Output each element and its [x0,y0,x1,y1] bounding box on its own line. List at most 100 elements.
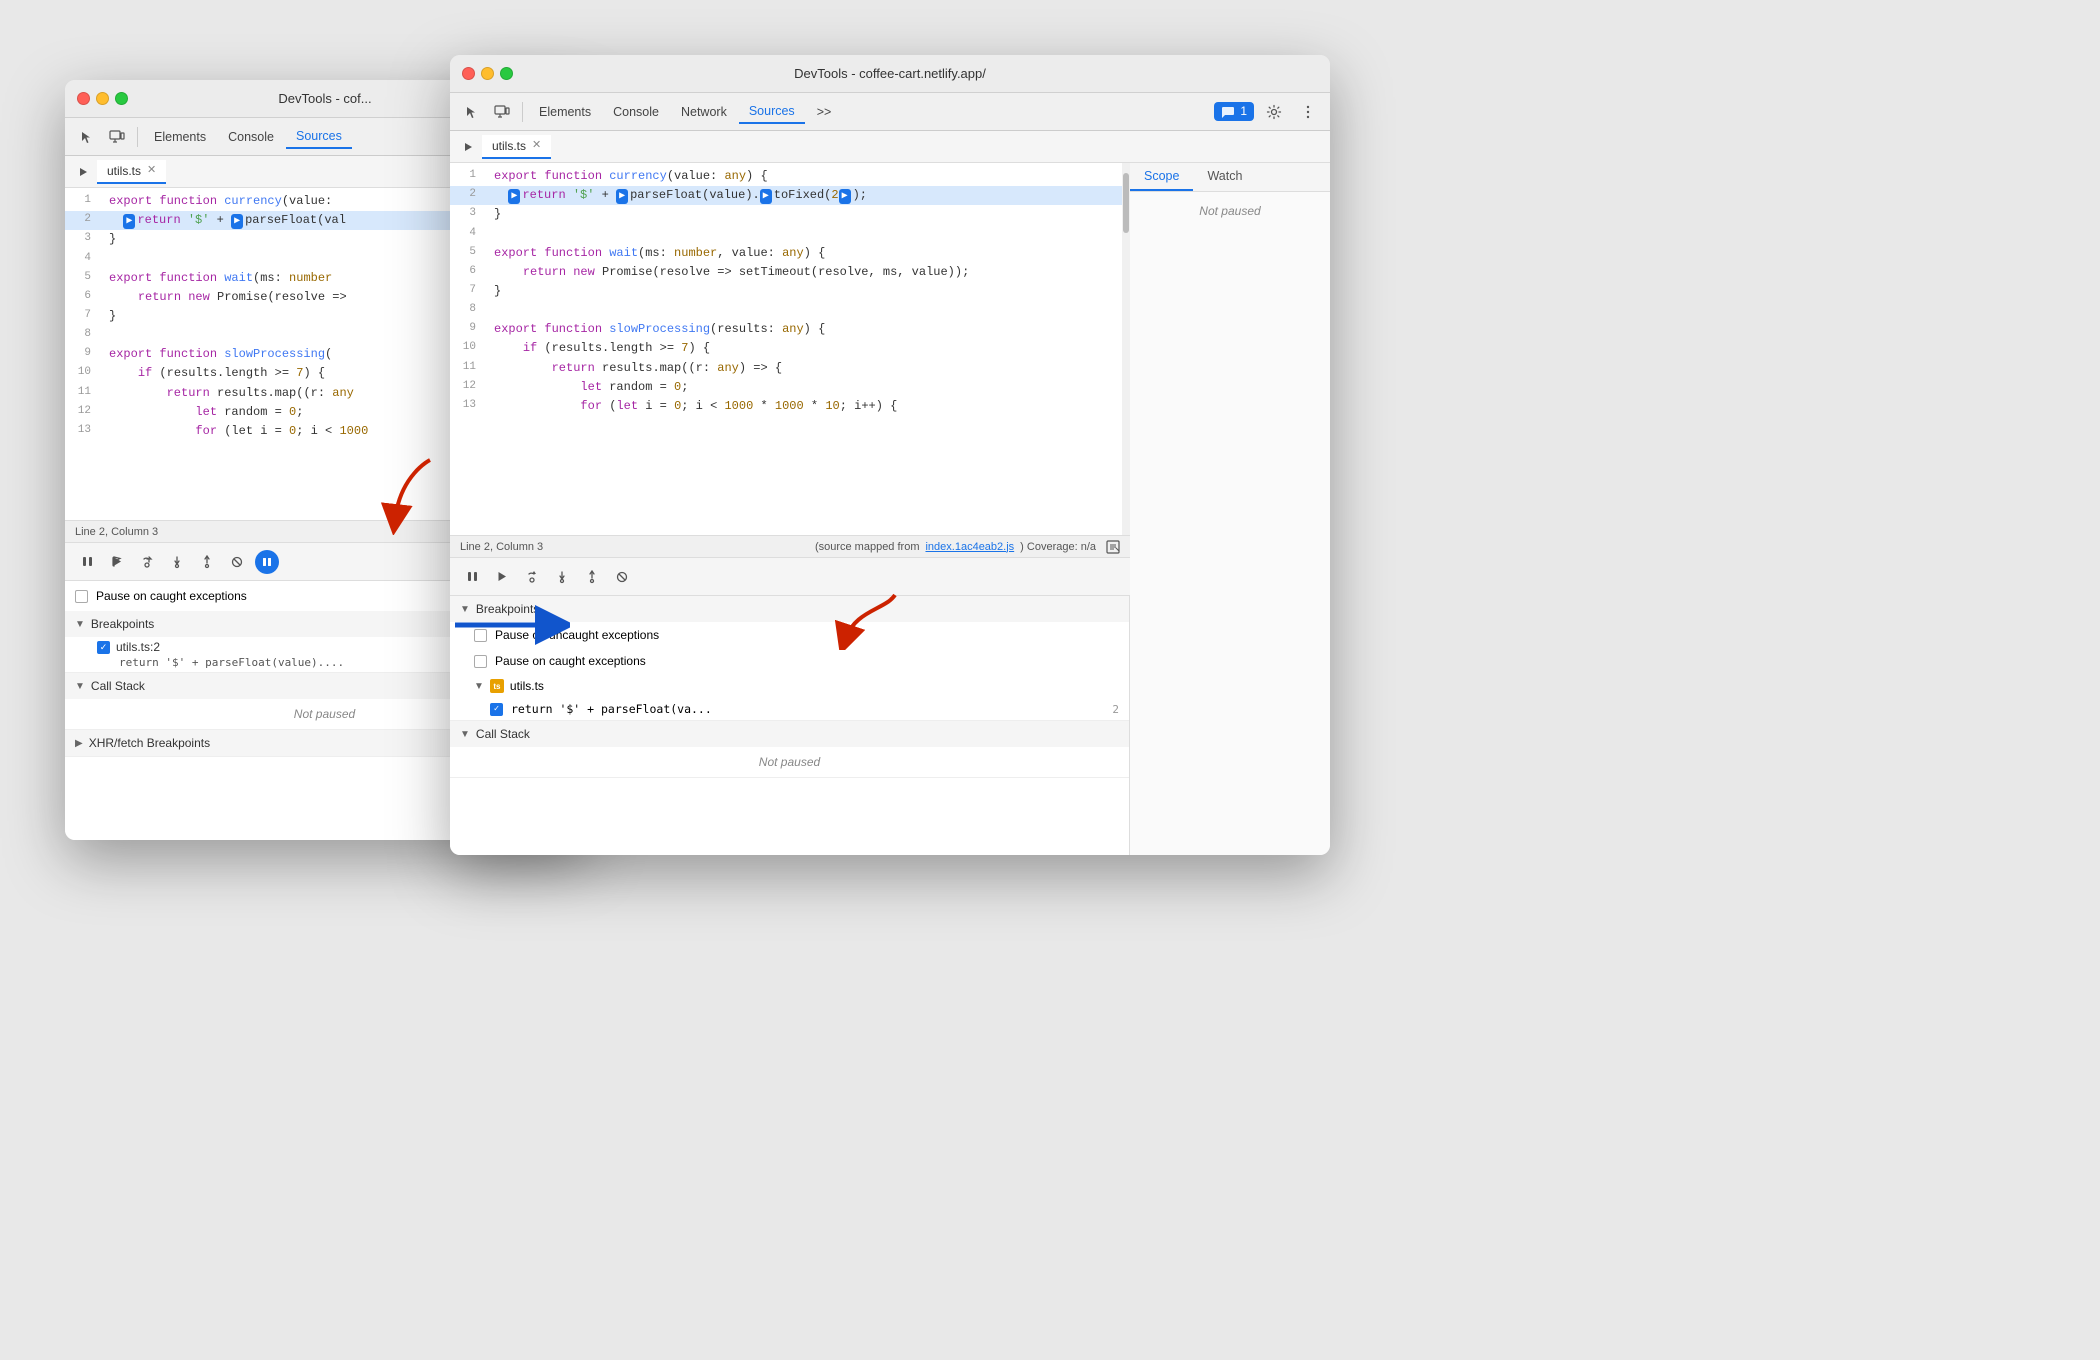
fg-pause-caught-row: Pause on caught exceptions [450,648,1129,674]
fg-zoom-button[interactable] [500,67,513,80]
fg-device-icon[interactable] [488,98,516,126]
fg-traffic-lights [462,67,513,80]
fg-close-button[interactable] [462,67,475,80]
fg-settings-icon[interactable] [1260,98,1288,126]
fg-code-line-8: 8 [450,301,1130,320]
fg-bottom-panel: ▼ Breakpoints Pause on uncaught exceptio… [450,595,1130,855]
fg-debug-step-into-btn[interactable] [550,565,574,589]
fg-bp-item-code: return '$' + parseFloat(va... [511,702,712,716]
fg-debug-resume-btn[interactable] [490,565,514,589]
fg-code-line-5: 5 export function wait(ms: number, value… [450,244,1130,263]
fg-bp-item-checkbox[interactable] [490,703,503,716]
fg-window-title: DevTools - coffee-cart.netlify.app/ [794,66,986,81]
fg-scrollbar-thumb [1123,173,1129,233]
bg-bp-checkbox[interactable] [97,641,110,654]
fg-breakpoints-chevron: ▼ [460,604,470,615]
fg-more-tabs[interactable]: >> [807,101,842,123]
fg-debugger-toolbar [450,557,1130,595]
fg-code-line-1: 1 export function currency(value: any) { [450,167,1130,186]
fg-bp-item-row: return '$' + parseFloat(va... 2 [450,698,1129,720]
fg-tab-network[interactable]: Network [671,101,737,123]
fg-breakpoints-header[interactable]: ▼ Breakpoints [450,596,1129,622]
bg-status-position: Line 2, Column 3 [75,526,158,538]
fg-status-right: (source mapped from index.1ac4eab2.js ) … [815,540,1120,554]
fg-pause-uncaught-label: Pause on uncaught exceptions [495,628,659,642]
fg-status-position: Line 2, Column 3 [460,541,543,553]
fg-callstack-header[interactable]: ▼ Call Stack [450,721,1129,747]
fg-utils-ts-label: utils.ts [510,679,544,693]
bg-close-button[interactable] [77,92,90,105]
fg-bp-item-num: 2 [1112,703,1119,716]
fg-tab-elements[interactable]: Elements [529,101,601,123]
fg-title-bar: DevTools - coffee-cart.netlify.app/ [450,55,1330,93]
fg-more-icon[interactable] [1294,98,1322,126]
bg-debug-pause-btn[interactable] [75,550,99,574]
fg-pause-uncaught-checkbox[interactable] [474,629,487,642]
fg-code-line-6: 6 return new Promise(resolve => setTimeo… [450,263,1130,282]
fg-code-line-4: 4 [450,225,1130,244]
fg-callstack-chevron: ▼ [460,729,470,740]
fg-code-column: 1 export function currency(value: any) {… [450,163,1130,855]
bg-pause-caught-checkbox[interactable] [75,590,88,603]
fg-pause-caught-checkbox[interactable] [474,655,487,668]
fg-tab-console[interactable]: Console [603,101,669,123]
bg-tab-console[interactable]: Console [218,126,284,148]
fg-file-tab-close[interactable]: ✕ [532,140,541,151]
bg-debug-step-into-btn[interactable] [165,550,189,574]
fg-source-link[interactable]: index.1ac4eab2.js [925,541,1014,553]
bg-debug-deactivate-btn[interactable] [225,550,249,574]
fg-status-bar: Line 2, Column 3 (source mapped from ind… [450,535,1130,557]
bg-debug-active-btn[interactable] [255,550,279,574]
bg-window-title: DevTools - cof... [278,91,371,106]
bg-traffic-lights [77,92,128,105]
bg-callstack-chevron: ▼ [75,681,85,692]
fg-code-line-2: 2 ▶return '$' + ▶parseFloat(value).▶toFi… [450,186,1130,205]
bg-callstack-label: Call Stack [91,679,145,693]
bg-zoom-button[interactable] [115,92,128,105]
fg-minimize-button[interactable] [481,67,494,80]
bg-file-tab-name: utils.ts [107,164,141,178]
bg-device-icon[interactable] [103,123,131,151]
bg-xhr-label: XHR/fetch Breakpoints [89,736,210,750]
fg-code-line-13: 13 for (let i = 0; i < 1000 * 1000 * 10;… [450,397,1130,416]
fg-debug-pause-btn[interactable] [460,565,484,589]
bg-debug-step-out-btn[interactable] [195,550,219,574]
fg-debug-deactivate-btn[interactable] [610,565,634,589]
fg-code-scrollbar[interactable] [1122,163,1130,535]
bg-file-tab-close[interactable]: ✕ [147,165,156,176]
fg-chat-badge[interactable]: 1 [1214,102,1254,121]
bg-play-icon[interactable] [69,158,97,186]
fg-breakpoints-section: ▼ Breakpoints Pause on uncaught exceptio… [450,596,1129,721]
fg-code-editor[interactable]: 1 export function currency(value: any) {… [450,163,1130,535]
bg-debug-step-over-btn[interactable] [135,550,159,574]
bg-tab-elements[interactable]: Elements [144,126,216,148]
fg-code-line-3: 3 } [450,205,1130,224]
fg-file-tab-utils[interactable]: utils.ts ✕ [482,135,551,159]
bg-pause-caught-label: Pause on caught exceptions [96,589,247,603]
fg-play-icon[interactable] [454,133,482,161]
bg-file-tab-utils[interactable]: utils.ts ✕ [97,160,166,184]
fg-tab-bar-right: 1 [1214,98,1322,126]
fg-debug-step-over-btn[interactable] [520,565,544,589]
fg-tab-divider [522,102,523,122]
fg-bp-file-row: ▼ ts utils.ts [450,674,1129,698]
fg-callstack-section: ▼ Call Stack Not paused [450,721,1129,778]
fg-cursor-icon[interactable] [458,98,486,126]
bg-tab-divider [137,127,138,147]
fg-scope-tab[interactable]: Scope [1130,163,1193,191]
fg-debug-step-out-btn[interactable] [580,565,604,589]
fg-breakpoints-label: Breakpoints [476,602,539,616]
bg-cursor-icon[interactable] [73,123,101,151]
fg-watch-tab[interactable]: Watch [1193,163,1256,191]
bg-tab-sources[interactable]: Sources [286,125,352,149]
fg-code-area[interactable]: 1 export function currency(value: any) {… [450,163,1130,535]
fg-code-line-10: 10 if (results.length >= 7) { [450,339,1130,358]
fg-file-tab-bar: utils.ts ✕ [450,131,1330,163]
fg-tab-bar: Elements Console Network Sources >> 1 [450,93,1330,131]
fg-code-line-7: 7 } [450,282,1130,301]
bg-debug-resume-btn[interactable] [105,550,129,574]
bg-minimize-button[interactable] [96,92,109,105]
fg-tab-sources[interactable]: Sources [739,100,805,124]
bg-xhr-chevron: ▶ [75,738,83,749]
fg-pause-caught-label: Pause on caught exceptions [495,654,646,668]
